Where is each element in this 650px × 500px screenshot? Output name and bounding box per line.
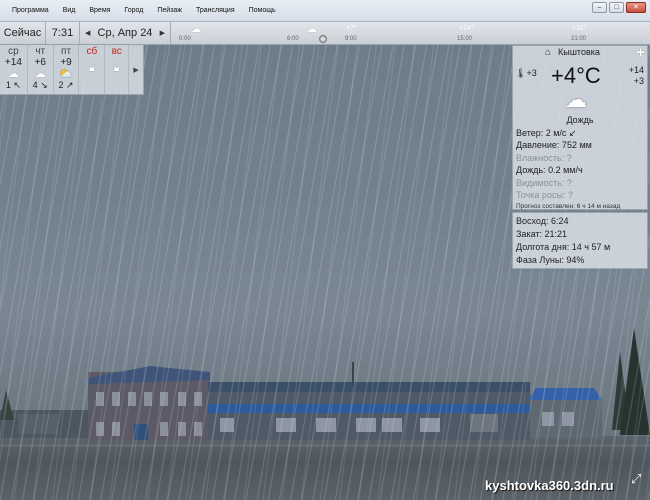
forecast-day-sat[interactable]: сб 🔒︎: [79, 45, 106, 94]
current-time: 7:31: [46, 22, 80, 44]
current-temperature: +4°C: [551, 63, 601, 88]
current-weather-panel: ⌂ Кыштовка + 🌡︎+3 +4°C +14 +3 ☁ Дождь Ве…: [512, 44, 648, 210]
day-name: вс: [111, 46, 122, 57]
day-name: сб: [86, 46, 98, 57]
wind-info: Ветер: 2 м/с ↙: [516, 128, 577, 138]
menu-program[interactable]: Программа: [0, 7, 56, 14]
day-wind: 4 ↘: [32, 80, 48, 90]
menu-view[interactable]: Вид: [56, 7, 83, 14]
rain-info: Дождь: 0.2 мм/ч: [516, 165, 583, 176]
max-temp: +14: [628, 65, 644, 75]
humidity-info: Влажность: ?: [516, 152, 572, 163]
min-temp: +3: [633, 76, 644, 86]
window-controls: – □ ✕: [592, 2, 646, 13]
forecast-day-thu[interactable]: чт +6 ☁ 4 ↘: [28, 45, 54, 94]
timeline-temp: +7°: [346, 25, 357, 32]
feels-like-temp: 🌡︎+3: [515, 68, 537, 78]
now-button[interactable]: Сейчас: [0, 22, 46, 44]
day-length-info: Долгота дня: 14 ч 57 м: [516, 242, 611, 252]
lock-icon: 🔒︎: [113, 62, 120, 74]
forecast-day-sun[interactable]: вс 🔒︎: [105, 45, 130, 94]
condition-label: Дождь: [566, 115, 594, 125]
weather-details: Ветер: 2 м/с ↙ Давление: 752 мм Влажност…: [516, 127, 620, 214]
rain-cloud-icon: ☁: [565, 87, 587, 112]
timeline-label: 9:00: [345, 36, 357, 42]
watermark: kyshtovka360.3dn.ru: [485, 478, 614, 493]
day-name: ср: [8, 46, 19, 57]
dewpoint-info: Точка росы: ?: [516, 190, 573, 201]
expand-forecast-icon[interactable]: ▶: [129, 45, 143, 94]
menu-time[interactable]: Время: [82, 7, 117, 14]
rain-cloud-icon: ☁: [34, 68, 46, 80]
timeline-temp: +14°: [459, 25, 474, 32]
rain-cloud-icon: ☁: [7, 68, 19, 80]
day-wind: 1 ↖: [5, 80, 21, 90]
cloud-icon: ☁: [307, 24, 317, 35]
prev-day-icon[interactable]: ◀: [85, 29, 90, 37]
timeline-track[interactable]: ☁ ☁ +7° +14° +11° 0:00 6:00 9:00 15:00 2…: [171, 22, 650, 44]
timeline-label: 6:00: [287, 36, 299, 42]
lock-icon: 🔒︎: [88, 62, 95, 74]
date-selector: ◀ Ср, Апр 24 ▶: [80, 22, 171, 44]
sun-cloud-icon: ⛅: [59, 68, 73, 80]
city-name[interactable]: Кыштовка: [558, 47, 600, 57]
fullscreen-icon[interactable]: ⤢: [631, 471, 641, 487]
menu-city[interactable]: Город: [117, 7, 150, 14]
menu-landscape[interactable]: Пейзаж: [150, 7, 189, 14]
day-night-temps: +14 +3: [629, 65, 644, 87]
sunset-info: Закат: 21:21: [516, 229, 568, 239]
date-label: Ср, Апр 24: [97, 27, 153, 39]
timeline-slider-handle[interactable]: [319, 35, 327, 43]
day-name: пт: [61, 46, 72, 57]
time-bar: Сейчас 7:31 ◀ Ср, Апр 24 ▶ ☁ ☁ +7° +14° …: [0, 22, 650, 45]
menu-bar: Программа Вид Время Город Пейзаж Трансля…: [0, 0, 650, 22]
timeline-label: 15:00: [457, 36, 473, 42]
sunrise-info: Восход: 6:24: [516, 216, 569, 226]
timeline-temp: +11°: [572, 25, 587, 32]
add-city-icon[interactable]: +: [636, 44, 645, 61]
home-icon[interactable]: ⌂: [545, 47, 551, 58]
pressure-info: Давление: 752 мм: [516, 140, 592, 151]
day-wind: 2 ↗: [58, 80, 74, 90]
day-name: чт: [35, 46, 46, 57]
forecast-day-wed[interactable]: ср +14 ☁ 1 ↖: [0, 45, 28, 94]
minimize-icon[interactable]: –: [592, 2, 607, 13]
close-icon[interactable]: ✕: [626, 2, 646, 13]
visibility-info: Видимость: ?: [516, 177, 572, 188]
astronomy-panel: Восход: 6:24 Закат: 21:21 Долгота дня: 1…: [512, 212, 648, 269]
menu-broadcast[interactable]: Трансляция: [189, 7, 242, 14]
next-day-icon[interactable]: ▶: [160, 29, 165, 37]
timeline-label: 0:00: [179, 36, 191, 42]
city-header: ⌂ Кыштовка +: [513, 44, 647, 61]
maximize-icon[interactable]: □: [609, 2, 624, 13]
forecast-day-fri[interactable]: пт +9 ⛅ 2 ↗: [54, 45, 80, 94]
forecast-panel: ср +14 ☁ 1 ↖ чт +6 ☁ 4 ↘ пт +9 ⛅ 2 ↗ сб …: [0, 45, 144, 95]
moon-phase-info: Фаза Луны: 94%: [516, 255, 585, 265]
cloud-icon: ☁: [191, 24, 201, 35]
timeline-label: 21:00: [571, 36, 587, 42]
menu-help[interactable]: Помощь: [242, 7, 283, 14]
